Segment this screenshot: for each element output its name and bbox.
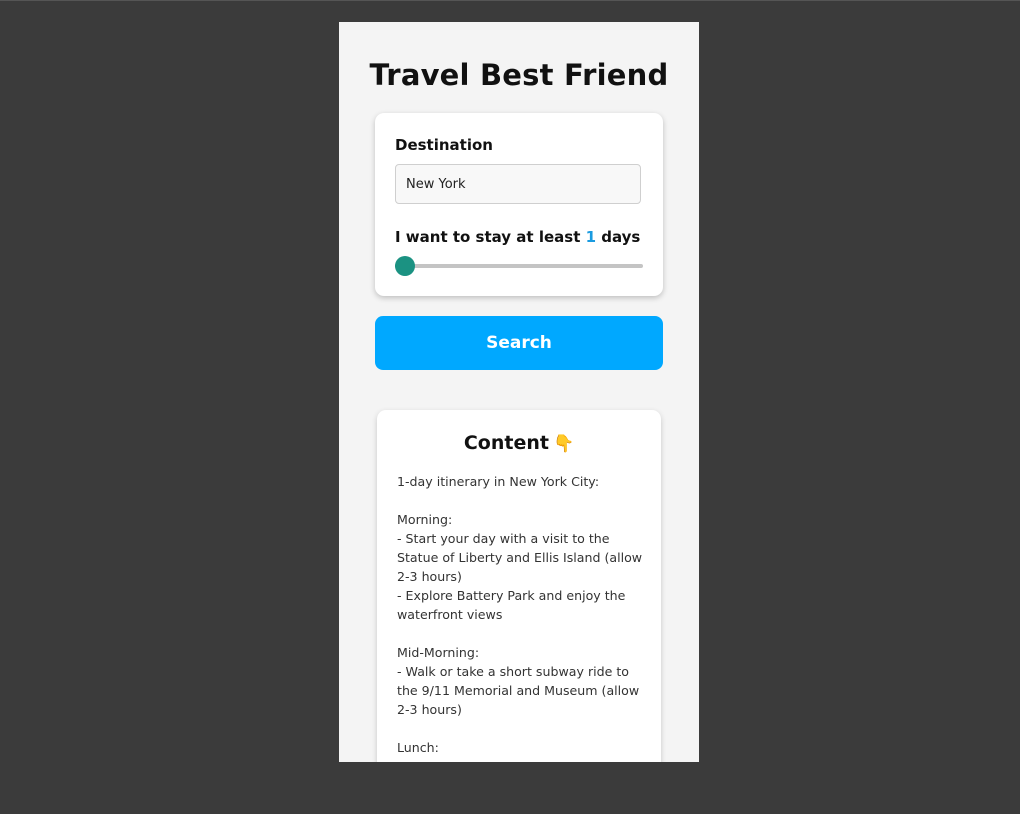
slider-track [395,264,643,268]
destination-label: Destination [395,136,493,154]
content-title-text: Content [463,432,549,454]
content-title: Content 👇 [377,432,661,454]
search-button[interactable]: Search [375,316,663,370]
stay-label-prefix: I want to stay at least [395,228,586,246]
pointing-down-icon: 👇 [552,434,575,454]
page-title: Travel Best Friend [369,58,669,92]
stay-label-suffix: days [596,228,641,246]
itinerary-text: 1-day itinerary in New York City: Mornin… [397,474,643,755]
stay-days-slider[interactable] [395,255,643,277]
slider-thumb[interactable] [395,256,415,276]
window-top-border [0,0,1020,1]
content-card: Content 👇 1-day itinerary in New York Cit… [377,410,661,762]
stay-label: I want to stay at least 1 days [395,228,640,246]
destination-input[interactable] [395,164,641,204]
app-panel: Travel Best Friend Destination I want to… [339,22,699,762]
stay-days-value: 1 [585,228,597,246]
search-form-card: Destination I want to stay at least 1 da… [375,113,663,296]
